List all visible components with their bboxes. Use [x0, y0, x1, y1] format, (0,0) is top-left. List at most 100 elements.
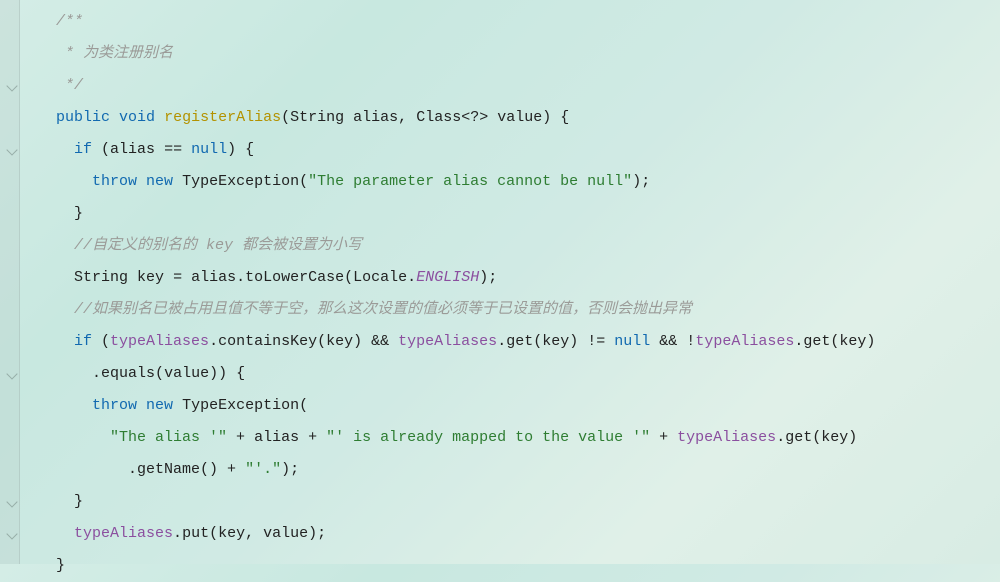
token-punct: ) != [569, 333, 614, 350]
token-comment: //自定义的别名的 key 都会被设置为小写 [74, 237, 362, 254]
token-field: typeAliases [695, 333, 794, 350]
token-keyword: if [74, 333, 92, 350]
code-line[interactable]: throw new TypeException( [38, 390, 875, 422]
token-punct: ( [299, 173, 308, 190]
code-line[interactable]: if (alias == null) { [38, 134, 875, 166]
token-punct: . [209, 333, 218, 350]
token-punct: ); [281, 461, 299, 478]
fold-marker-icon[interactable] [6, 528, 17, 539]
token-punct: . [497, 333, 506, 350]
token-punct [137, 397, 146, 414]
fold-marker-icon[interactable] [6, 496, 17, 507]
token-punct: == [155, 141, 191, 158]
token-punct: ); [632, 173, 650, 190]
token-field: typeAliases [398, 333, 497, 350]
code-line[interactable]: * 为类注册别名 [38, 38, 875, 70]
token-field: typeAliases [677, 429, 776, 446]
token-method-call: get [506, 333, 533, 350]
code-line[interactable]: } [38, 486, 875, 518]
fold-marker-icon[interactable] [6, 368, 17, 379]
token-comment: /** [56, 13, 83, 30]
code-line[interactable]: throw new TypeException("The parameter a… [38, 166, 875, 198]
token-comment: */ [56, 77, 83, 94]
token-method-call: toLowerCase [245, 269, 344, 286]
token-ident: key [326, 333, 353, 350]
token-punct [137, 173, 146, 190]
token-ident: alias [353, 109, 398, 126]
token-punct: ( [533, 333, 542, 350]
fold-marker-icon[interactable] [6, 80, 17, 91]
code-line[interactable]: /** [38, 6, 875, 38]
token-punct: ( [812, 429, 821, 446]
token-method-call: containsKey [218, 333, 317, 350]
token-punct [173, 173, 182, 190]
token-keyword: null [614, 333, 650, 350]
token-punct [173, 397, 182, 414]
code-line[interactable]: } [38, 550, 875, 582]
code-line[interactable]: } [38, 198, 875, 230]
token-punct: + [227, 429, 254, 446]
token-ident: key [137, 269, 164, 286]
token-ident: key [542, 333, 569, 350]
token-punct: ) [866, 333, 875, 350]
token-keyword: if [74, 141, 92, 158]
token-string: "The alias '" [110, 429, 227, 446]
token-method-call: get [785, 429, 812, 446]
token-punct [128, 269, 137, 286]
token-punct: } [56, 557, 65, 574]
code-line[interactable]: */ [38, 70, 875, 102]
token-type: TypeException [182, 173, 299, 190]
token-punct: () + [200, 461, 245, 478]
token-punct: . [236, 269, 245, 286]
token-punct [110, 109, 119, 126]
token-punct: . [776, 429, 785, 446]
code-editor[interactable]: /** * 为类注册别名 */ public void registerAlia… [38, 6, 875, 582]
token-string: "' is already mapped to the value '" [326, 429, 650, 446]
token-ident: value [164, 365, 209, 382]
token-type: Locale [353, 269, 407, 286]
token-punct: , [398, 109, 416, 126]
token-punct: ( [299, 397, 308, 414]
code-line[interactable]: .equals(value)) { [38, 358, 875, 390]
token-punct: . [128, 461, 137, 478]
token-method-call: getName [137, 461, 200, 478]
token-method-decl: registerAlias [164, 109, 281, 126]
code-line[interactable]: public void registerAlias(String alias, … [38, 102, 875, 134]
token-ident: key [839, 333, 866, 350]
token-punct: + [299, 429, 326, 446]
token-static-field: ENGLISH [416, 269, 479, 286]
token-punct: . [794, 333, 803, 350]
code-line[interactable]: "The alias '" + alias + "' is already ma… [38, 422, 875, 454]
token-punct: ( [155, 365, 164, 382]
token-punct: ) { [227, 141, 254, 158]
token-punct: . [173, 525, 182, 542]
token-punct: ); [308, 525, 326, 542]
token-punct: . [92, 365, 101, 382]
token-punct: ); [479, 269, 497, 286]
code-line[interactable]: String key = alias.toLowerCase(Locale.EN… [38, 262, 875, 294]
token-string: "'." [245, 461, 281, 478]
token-punct: ) [848, 429, 857, 446]
token-comment: //如果别名已被占用且值不等于空，那么这次设置的值必须等于已设置的值，否则会抛出… [74, 301, 692, 318]
token-punct: , [245, 525, 263, 542]
token-type: TypeException [182, 397, 299, 414]
code-line[interactable]: typeAliases.put(key, value); [38, 518, 875, 550]
token-keyword: throw [92, 173, 137, 190]
token-punct: ( [92, 141, 110, 158]
code-line[interactable]: //如果别名已被占用且值不等于空，那么这次设置的值必须等于已设置的值，否则会抛出… [38, 294, 875, 326]
token-punct: ( [344, 269, 353, 286]
fold-marker-icon[interactable] [6, 144, 17, 155]
token-keyword: new [146, 397, 173, 414]
token-method-call: equals [101, 365, 155, 382]
token-field: typeAliases [110, 333, 209, 350]
token-punct: } [74, 205, 83, 222]
token-string: "The parameter alias cannot be null" [308, 173, 632, 190]
token-ident: alias [254, 429, 299, 446]
token-ident: alias [110, 141, 155, 158]
token-punct: = [164, 269, 191, 286]
code-line[interactable]: if (typeAliases.containsKey(key) && type… [38, 326, 875, 358]
code-line[interactable]: //自定义的别名的 key 都会被设置为小写 [38, 230, 875, 262]
token-field: typeAliases [74, 525, 173, 542]
token-keyword: void [119, 109, 155, 126]
code-line[interactable]: .getName() + "'."); [38, 454, 875, 486]
